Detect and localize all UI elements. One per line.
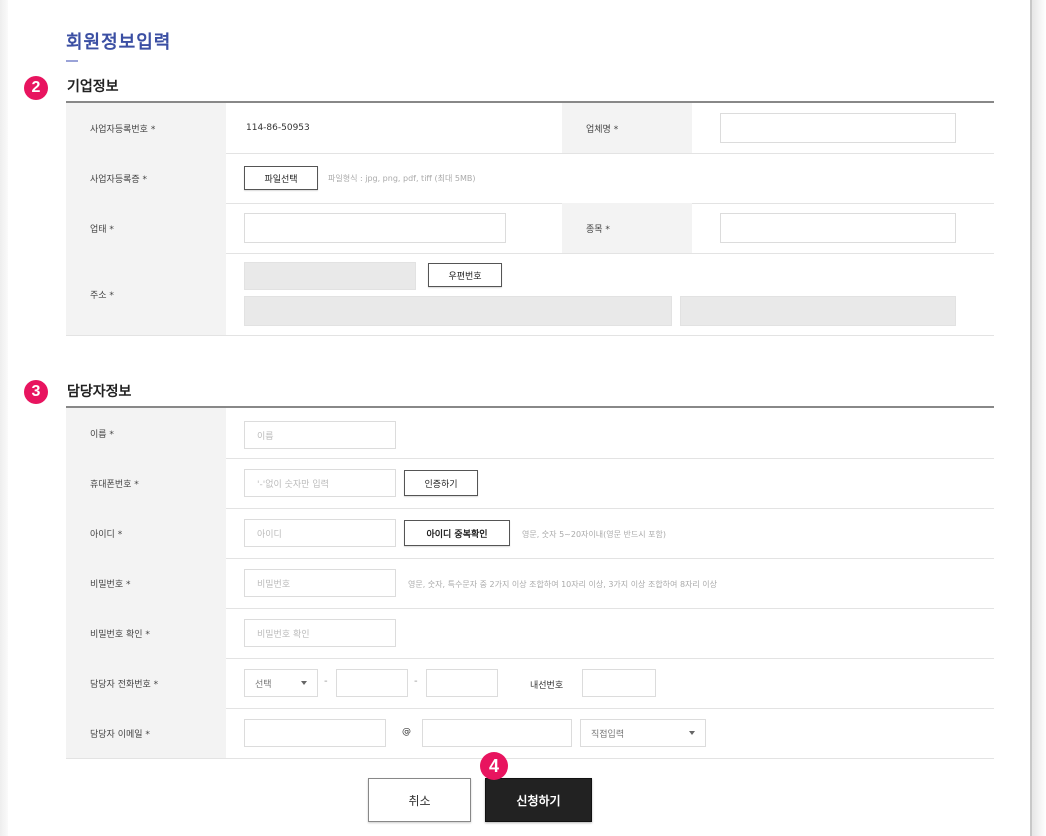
email-label: 담당자 이메일 *: [66, 708, 226, 758]
extension-input[interactable]: [582, 669, 656, 697]
phone-separator-2: -: [414, 676, 418, 687]
biz-type-label: 업태 *: [66, 203, 226, 253]
step-marker-3: 3: [24, 380, 48, 404]
chevron-down-icon: [301, 681, 307, 685]
window-left-shadow: [0, 0, 8, 836]
email-domain-select[interactable]: 직접입력: [580, 719, 706, 747]
mobile-input[interactable]: '-'없이 숫자만 입력: [244, 469, 396, 497]
name-label: 이름 *: [66, 408, 226, 458]
email-domain-input[interactable]: [422, 719, 572, 747]
password-label: 비밀번호 *: [66, 558, 226, 608]
mobile-label: 휴대폰번호 *: [66, 458, 226, 508]
row-password-confirm: 비밀번호 확인 * 비밀번호 확인: [66, 608, 994, 659]
row-biz-certificate: 사업자등록증 * 파일선택 파일형식 : jpg, png, pdf, tiff…: [66, 153, 994, 204]
file-format-hint: 파일형식 : jpg, png, pdf, tiff (최대 5MB): [328, 174, 476, 183]
row-mobile: 휴대폰번호 * '-'없이 숫자만 입력 인증하기: [66, 458, 994, 509]
password-hint: 영문, 숫자, 특수문자 중 2가지 이상 조합하여 10자리 이상, 3가지 …: [408, 580, 718, 589]
address-label: 주소 *: [66, 253, 226, 335]
title-underline: [66, 60, 78, 62]
manager-section-title: 담당자정보: [67, 384, 132, 400]
step-marker-2: 2: [24, 76, 48, 100]
user-id-label: 아이디 *: [66, 508, 226, 558]
row-password: 비밀번호 * 비밀번호 영문, 숫자, 특수문자 중 2가지 이상 조합하여 1…: [66, 558, 994, 609]
name-input[interactable]: 이름: [244, 421, 396, 449]
verify-button[interactable]: 인증하기: [404, 470, 478, 496]
zipcode-input[interactable]: [244, 262, 416, 290]
row-email: 담당자 이메일 * @ 직접입력: [66, 708, 994, 759]
extension-label: 내선번호: [530, 681, 564, 691]
zipcode-button[interactable]: 우편번호: [428, 263, 502, 287]
id-duplicate-check-button[interactable]: 아이디 중복확인: [404, 520, 510, 546]
address-main-input[interactable]: [244, 296, 672, 326]
password-confirm-input[interactable]: 비밀번호 확인: [244, 619, 396, 647]
page-title: 회원정보입력: [66, 32, 172, 53]
email-local-input[interactable]: [244, 719, 386, 747]
user-id-hint: 영문, 숫자 5~20자이내(영문 반드시 포함): [522, 530, 666, 539]
company-name-label: 업체명 *: [562, 103, 692, 153]
row-biz-number: 사업자등록번호 * 114-86-50953 업체명 *: [66, 103, 994, 154]
phone-area-select-value: 선택: [255, 679, 272, 690]
biz-number-label: 사업자등록번호 *: [66, 103, 226, 153]
biz-type-input[interactable]: [244, 213, 506, 243]
row-address: 주소 * 우편번호: [66, 253, 994, 336]
biz-number-value: 114-86-50953: [246, 123, 310, 133]
step-marker-4: 4: [480, 752, 508, 780]
submit-button[interactable]: 신청하기: [485, 778, 592, 822]
user-id-input[interactable]: 아이디: [244, 519, 396, 547]
phone-label: 담당자 전화번호 *: [66, 658, 226, 708]
file-select-button[interactable]: 파일선택: [244, 166, 318, 190]
phone-middle-input[interactable]: [336, 669, 408, 697]
biz-certificate-label: 사업자등록증 *: [66, 153, 226, 203]
email-at-sign: @: [402, 727, 411, 737]
row-biz-type: 업태 * 종목 *: [66, 203, 994, 254]
row-user-id: 아이디 * 아이디 아이디 중복확인 영문, 숫자 5~20자이내(영문 반드시…: [66, 508, 994, 559]
biz-item-label: 종목 *: [562, 203, 692, 253]
phone-last-input[interactable]: [426, 669, 498, 697]
address-detail-input[interactable]: [680, 296, 956, 326]
cancel-button[interactable]: 취소: [368, 778, 471, 822]
biz-item-input[interactable]: [720, 213, 956, 243]
row-name: 이름 * 이름: [66, 408, 994, 459]
email-domain-select-value: 직접입력: [591, 729, 625, 740]
window-right-shadow: [1032, 0, 1046, 836]
password-input[interactable]: 비밀번호: [244, 569, 396, 597]
chevron-down-icon: [689, 731, 695, 735]
row-phone: 담당자 전화번호 * 선택 - - 내선번호: [66, 658, 994, 709]
company-section-title: 기업정보: [67, 79, 119, 95]
phone-area-select[interactable]: 선택: [244, 669, 318, 697]
password-confirm-label: 비밀번호 확인 *: [66, 608, 226, 658]
phone-separator-1: -: [324, 676, 328, 687]
company-name-input[interactable]: [720, 113, 956, 143]
